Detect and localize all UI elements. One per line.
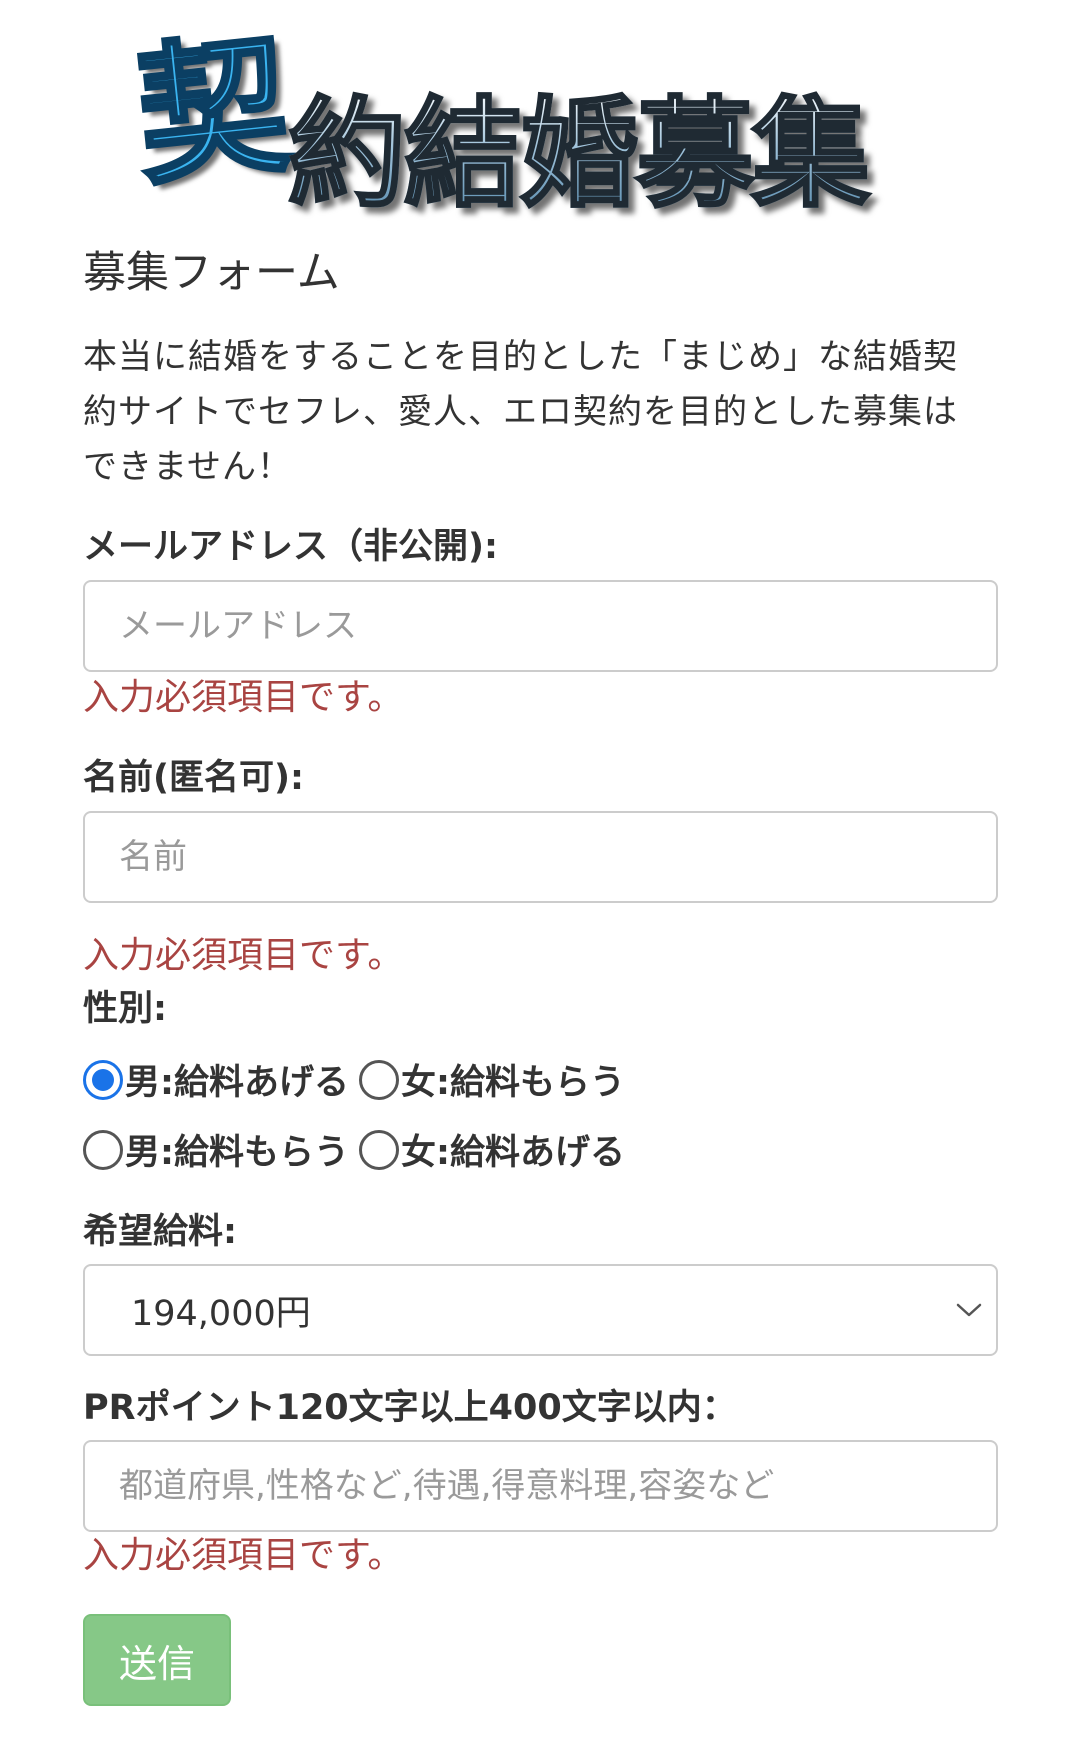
gender-option-label: 女:給料あげる bbox=[401, 1133, 625, 1173]
logo-first-char: 契 bbox=[127, 16, 298, 209]
logo-text: 契約結婚募集 bbox=[127, 0, 872, 225]
pr-input[interactable] bbox=[83, 1440, 998, 1532]
submit-button[interactable]: 送信 bbox=[83, 1614, 231, 1706]
email-label: メールアドレス（非公開): bbox=[83, 527, 498, 567]
radio-button[interactable] bbox=[359, 1059, 399, 1100]
gender-option-male-receives[interactable]: 男:給料もらう bbox=[83, 1124, 349, 1175]
radio-button[interactable] bbox=[359, 1129, 399, 1170]
form-page: 契約結婚募集 募集フォーム 本当に結婚をすることを目的とした「まじめ」な結婚契約… bbox=[83, 0, 1000, 1706]
email-error: 入力必須項目です。 bbox=[83, 677, 404, 718]
radio-button[interactable] bbox=[83, 1129, 123, 1170]
gender-option-label: 男:給料もらう bbox=[125, 1133, 349, 1173]
name-label: 名前(匿名可): bbox=[83, 758, 304, 798]
name-input[interactable] bbox=[83, 811, 998, 903]
gender-option-female-receives[interactable]: 女:給料もらう bbox=[359, 1054, 625, 1105]
gender-option-label: 男:給料あげる bbox=[125, 1063, 349, 1103]
radio-button-checked[interactable] bbox=[83, 1059, 123, 1100]
pr-error: 入力必須項目です。 bbox=[83, 1535, 404, 1576]
name-error: 入力必須項目です。 bbox=[83, 935, 404, 976]
gender-label: 性別: bbox=[83, 989, 167, 1029]
gender-option-male-pays[interactable]: 男:給料あげる bbox=[83, 1054, 349, 1105]
intro-text: 本当に結婚をすることを目的とした「まじめ」な結婚契約サイトでセフレ、愛人、エロ契… bbox=[83, 337, 958, 487]
chevron-down-icon bbox=[956, 1303, 982, 1317]
site-logo: 契約結婚募集 bbox=[83, 0, 1000, 225]
email-input[interactable] bbox=[83, 580, 998, 672]
pr-label: PRポイント120文字以上400文字以内： bbox=[83, 1388, 737, 1428]
gender-option-female-pays[interactable]: 女:給料あげる bbox=[359, 1124, 625, 1175]
salary-selected-value: 194,000円 bbox=[131, 1293, 311, 1334]
form-title: 募集フォーム bbox=[83, 248, 340, 298]
logo-rest-text: 約結婚募集 bbox=[287, 85, 872, 223]
gender-row-1: 男:給料あげる 女:給料もらう bbox=[83, 1054, 635, 1105]
salary-select[interactable]: 194,000円 bbox=[83, 1264, 998, 1356]
gender-option-label: 女:給料もらう bbox=[401, 1063, 625, 1103]
gender-row-2: 男:給料もらう 女:給料あげる bbox=[83, 1124, 635, 1175]
salary-label: 希望給料: bbox=[83, 1212, 237, 1252]
